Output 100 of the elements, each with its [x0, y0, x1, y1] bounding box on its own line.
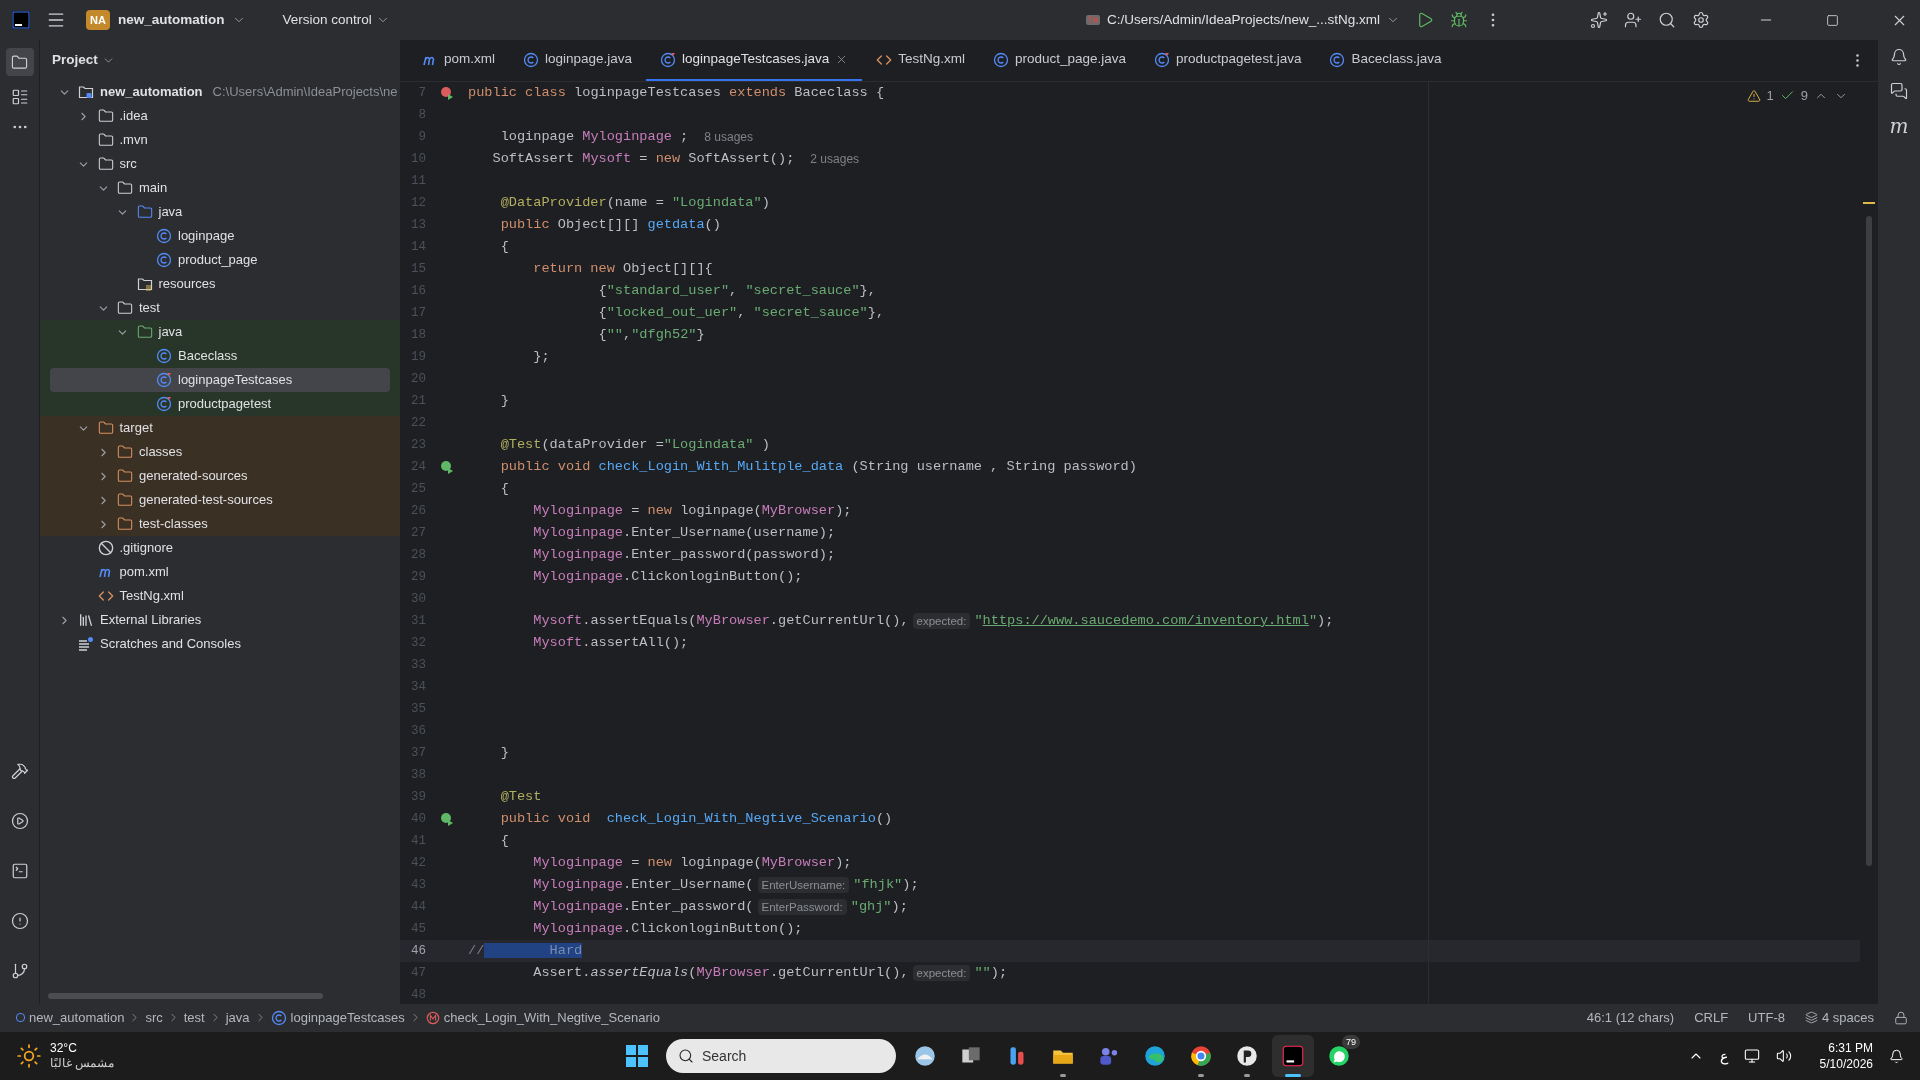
- input-language[interactable]: ع: [1719, 1045, 1728, 1067]
- run-status-icon[interactable]: [440, 460, 454, 474]
- code-text: {"standard_user", "secret_sauce"},: [597, 281, 876, 300]
- git-icon[interactable]: [10, 962, 29, 980]
- chat-icon[interactable]: [1890, 82, 1908, 100]
- editor-tab[interactable]: Baceclass.java: [1315, 40, 1456, 81]
- tree-item[interactable]: java: [50, 200, 183, 224]
- network-icon[interactable]: [1743, 1048, 1760, 1064]
- tree-item[interactable]: test-classes: [50, 512, 208, 536]
- tree-item[interactable]: Scratches and Consoles: [50, 632, 241, 656]
- run-icon[interactable]: [10, 812, 29, 830]
- search-icon[interactable]: [1658, 11, 1676, 29]
- volume-icon[interactable]: [1775, 1048, 1792, 1064]
- app-icon: [912, 1043, 938, 1069]
- notification-icon[interactable]: [1889, 1048, 1904, 1064]
- clock[interactable]: 6:31 PM 5/10/2026: [1819, 1040, 1873, 1072]
- build-icon[interactable]: [10, 762, 29, 780]
- tree-item[interactable]: loginpage: [50, 224, 235, 248]
- run-configuration-selector[interactable]: C:/Users/Admin/IdeaProjects/new_...stNg.xml: [1084, 9, 1400, 31]
- editor-tab[interactable]: loginpage.java: [509, 40, 647, 81]
- tree-item[interactable]: generated-sources: [50, 464, 248, 488]
- tree-item[interactable]: main: [50, 176, 168, 200]
- tree-item[interactable]: src: [50, 152, 137, 176]
- editor-tab[interactable]: pom.xml: [408, 40, 509, 81]
- test-class-icon: [1154, 51, 1171, 68]
- tab-label: TestNg.xml: [898, 50, 965, 69]
- tree-item[interactable]: target: [50, 416, 153, 440]
- temperature: 32°C: [50, 1041, 78, 1056]
- editor-tab[interactable]: product_page.java: [978, 40, 1141, 81]
- maximize-icon[interactable]: [1826, 13, 1839, 27]
- line-ending[interactable]: CRLF: [1694, 1007, 1729, 1028]
- tree-item[interactable]: Baceclass: [50, 344, 238, 368]
- editor-tab[interactable]: productpagetest.java: [1140, 40, 1316, 81]
- breadcrumb-item[interactable]: check_Login_With_Negtive_Scenario: [421, 1007, 664, 1028]
- tree-item[interactable]: java: [50, 320, 183, 344]
- scratches-icon: [78, 636, 94, 652]
- run-status-icon[interactable]: [440, 812, 454, 826]
- tree-item[interactable]: test: [50, 296, 160, 320]
- code-text: }: [499, 391, 509, 410]
- tree-item[interactable]: productpagetest: [50, 392, 272, 416]
- tree-item[interactable]: .idea: [50, 104, 148, 128]
- usages-hint[interactable]: 2 usages: [810, 150, 860, 168]
- folder-icon: [11, 53, 28, 71]
- ai-assistant-icon[interactable]: [1590, 11, 1608, 29]
- taskbar-app[interactable]: [1272, 1035, 1314, 1077]
- structure-icon[interactable]: [10, 88, 29, 106]
- test-class-icon: [156, 372, 172, 388]
- editor-tab[interactable]: TestNg.xml: [862, 40, 979, 81]
- project-switcher[interactable]: NA new_automation: [82, 9, 251, 31]
- view-mode-dropdown[interactable]: Project: [52, 49, 115, 71]
- project-tool-button[interactable]: [5, 48, 34, 76]
- usages-hint[interactable]: 8 usages: [704, 128, 753, 146]
- url-link[interactable]: https://www.saucedemo.com/inventory.html: [982, 612, 1309, 628]
- tree-item[interactable]: loginpageTestcases: [50, 368, 390, 392]
- breadcrumb-item[interactable]: loginpageTestcases: [266, 1007, 409, 1028]
- maven-tool-button[interactable]: m: [1889, 116, 1909, 136]
- breadcrumb-item[interactable]: java: [221, 1007, 254, 1028]
- debug-icon[interactable]: [1450, 11, 1468, 29]
- tab-label: loginpage.java: [545, 50, 633, 69]
- indent-setting[interactable]: 4 spaces: [1804, 1007, 1874, 1028]
- tree-item[interactable]: new_automation C:\Users\Admin\IdeaProjects\ne: [50, 80, 398, 104]
- tree-item[interactable]: External Libraries: [50, 608, 202, 632]
- lock-icon[interactable]: [1894, 1010, 1908, 1025]
- horizontal-scrollbar[interactable]: [48, 993, 323, 999]
- code-text: {: [499, 831, 509, 850]
- tree-item[interactable]: pom.xml: [50, 560, 169, 584]
- taskbar-app[interactable]: 79: [1318, 1035, 1360, 1077]
- running-indicator: [1244, 1074, 1250, 1077]
- caret-position[interactable]: 46:1 (12 chars): [1586, 1007, 1675, 1028]
- vertical-scrollbar[interactable]: [1866, 216, 1872, 866]
- warning-marker[interactable]: [1863, 202, 1875, 204]
- code-text: Myloginpage.Enter_password(: [532, 897, 754, 916]
- run-status-icon[interactable]: [440, 86, 454, 100]
- add-user-icon[interactable]: [1624, 11, 1642, 29]
- app-logo-icon[interactable]: [12, 11, 30, 29]
- problems-icon[interactable]: [10, 912, 29, 930]
- tree-item[interactable]: classes: [50, 440, 183, 464]
- tree-item[interactable]: TestNg.xml: [50, 584, 184, 608]
- app-icon: [1188, 1043, 1214, 1069]
- breadcrumb-item[interactable]: src: [141, 1007, 167, 1028]
- terminal-icon[interactable]: [10, 862, 29, 880]
- tree-item[interactable]: resources: [50, 272, 216, 296]
- tree-item[interactable]: generated-test-sources: [50, 488, 273, 512]
- code-text: @Test: [499, 787, 542, 806]
- notifications-icon[interactable]: [1890, 48, 1908, 66]
- code-text: Myloginpage.Enter_Username(username);: [532, 523, 836, 542]
- tree-item[interactable]: .gitignore: [50, 536, 173, 560]
- file-encoding[interactable]: UTF-8: [1748, 1007, 1785, 1028]
- settings-icon[interactable]: [1692, 11, 1710, 29]
- code-text: Myloginpage.ClickonloginButton();: [532, 919, 803, 938]
- menu-label: Version control: [282, 10, 372, 29]
- tree-item[interactable]: .mvn: [50, 128, 148, 152]
- path-hint: C:\Users\Admin\IdeaProjects\ne: [212, 83, 398, 102]
- tree-item[interactable]: product_page: [50, 248, 258, 272]
- run-icon[interactable]: [1416, 11, 1434, 29]
- code-text: "");: [974, 963, 1008, 982]
- breadcrumb-item[interactable]: test: [179, 1007, 209, 1028]
- search-field[interactable]: Search: [666, 1039, 896, 1073]
- version-control-menu[interactable]: Version control: [278, 9, 394, 31]
- breadcrumb-item[interactable]: new_automation: [12, 1007, 129, 1028]
